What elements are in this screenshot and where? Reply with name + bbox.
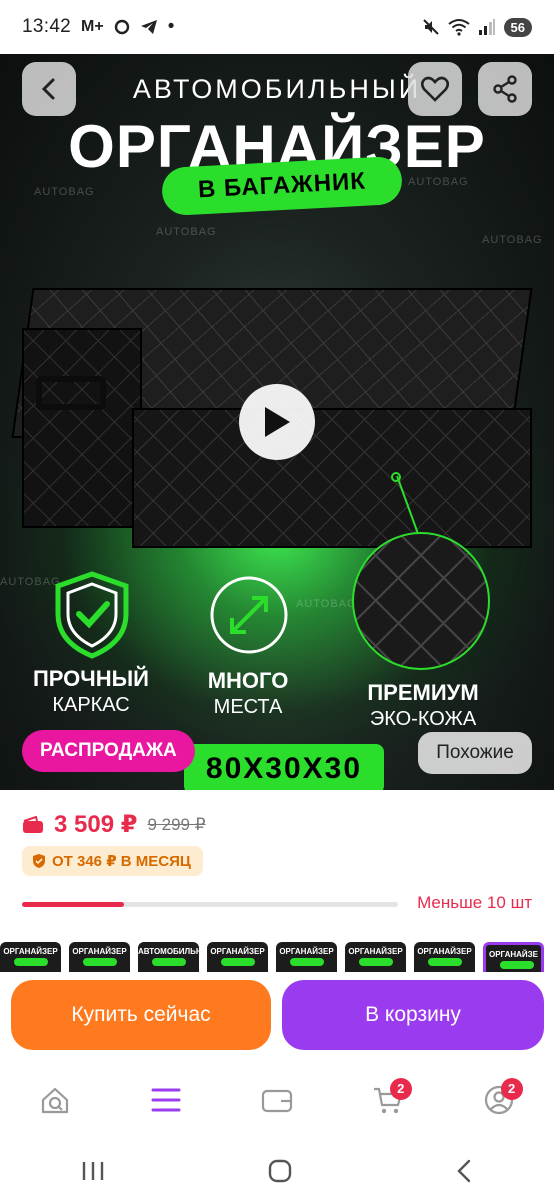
thumbnail-pill [290,958,324,966]
stock-label: Меньше 10 шт [417,893,532,912]
watermark: AUTOBAG [482,234,543,246]
dimensions-label: 80X30X30 [184,744,384,790]
play-video-button[interactable] [239,384,315,460]
stock-progress-bar [22,902,398,907]
feature-space: МНОГО МЕСТА [186,668,310,720]
thumbnail-label: ОРГАНАЙЗЕР [279,947,334,956]
thumbnail-item[interactable]: ОРГАНАЙЗЕР [276,942,337,972]
signal-icon [478,19,495,35]
mute-icon [422,19,439,35]
sync-icon [114,19,129,35]
thumbnail-pill [428,958,462,966]
battery-indicator: 56 [503,17,532,37]
back-icon[interactable] [454,1158,474,1184]
status-bar: 13:42 M+ • 56 [0,0,554,54]
wifi-icon [447,19,470,36]
thumbnail-pill [359,958,393,966]
installment-text: ОТ 346 ₽ В МЕСЯЦ [52,853,191,870]
share-icon [493,75,517,103]
play-icon [265,407,290,437]
status-icons-text: M+ [81,18,104,35]
thumbnail-label: ОРГАНАЙЗЕР [417,947,472,956]
shield-badge-icon [33,854,45,868]
favorite-button[interactable] [408,62,462,116]
nav-profile[interactable]: 2 [469,1070,529,1130]
feature-leather-title: ПРЕМИУМ [367,680,479,705]
organizer-front [132,408,532,548]
home-search-icon [42,1087,69,1114]
old-price: 9 299 ₽ [147,814,206,834]
watermark: AUTOBAG [34,186,95,198]
similar-button[interactable]: Похожие [418,732,532,774]
thumbnail-item[interactable]: ОРГАНАЙЗЕР [345,942,406,972]
thumbnail-pill [83,958,117,966]
thumbnail-item[interactable]: ОРГАНАЙЗЕР [414,942,475,972]
status-dot: • [167,16,175,37]
thumbnail-item[interactable]: АВТОМОБИЛЬНЫЙ [138,942,199,972]
stock-progress-fill [22,902,124,907]
nav-catalog[interactable] [136,1070,196,1130]
organizer-side [22,328,142,528]
thumbnail-label: ОРГАНАЙЗЕР [210,947,265,956]
thumbnail-label: ОРГАНАЙЗЕ [488,950,539,959]
product-media[interactable]: AUTOBAG AUTOBAG AUTOBAG AUTOBAG AUTOBAG … [0,54,554,790]
thumbnail-strip[interactable]: ОРГАНАЙЗЕР ОРГАНАЙЗЕР АВТОМОБИЛЬНЫЙ ОРГАНАЙ… [0,942,554,972]
installment-badge[interactable]: ОТ 346 ₽ В МЕСЯЦ [22,846,203,876]
nav-cart[interactable]: 2 [358,1070,418,1130]
current-price: 3 509 ₽ [54,811,138,838]
thumbnail-item[interactable]: ОРГАНАЙЗЕР [0,942,61,972]
status-right: 56 [422,17,532,37]
expand-arrows-icon [210,576,288,654]
thumbnail-item[interactable]: ОРГАНАЙЗЕР [207,942,268,972]
thumbnail-pill [14,958,48,966]
thumbnail-pill [221,958,255,966]
status-left: 13:42 M+ • [22,16,174,38]
share-button[interactable] [478,62,532,116]
thumbnail-label: ОРГАНАЙЗЕР [72,947,127,956]
wallet-icon [261,1089,293,1113]
buy-now-button[interactable]: Купить сейчас [11,980,271,1050]
feature-frame-subtitle: КАРКАС [52,694,130,716]
shield-check-icon [55,571,129,659]
sale-badge[interactable]: РАСПРОДАЖА [22,730,195,772]
thumbnail-item[interactable]: ОРГАНАЙЗЕР [69,942,130,972]
feature-leather-subtitle: ЭКО-КОЖА [369,708,477,730]
feature-space-title: МНОГО [207,668,289,693]
profile-badge: 2 [500,1078,523,1100]
wallet-price-icon [23,815,43,833]
status-time: 13:42 [22,16,72,37]
thumbnail-label: ОРГАНАЙЗЕР [3,947,58,956]
thumbnail-item[interactable]: ОРГАНАЙЗЕ [483,942,544,972]
thumbnail-pill [152,958,186,966]
chevron-left-icon [41,78,55,100]
feature-space-subtitle: МЕСТА [213,696,283,718]
back-button[interactable] [22,62,76,116]
feature-frame-title: ПРОЧНЫЙ [32,666,149,691]
leather-closeup [352,532,490,670]
thumbnail-label: АВТОМОБИЛЬНЫЙ [138,947,199,956]
heart-icon [421,76,449,102]
system-navigation [0,1142,554,1200]
home-icon[interactable] [267,1158,293,1184]
telegram-icon [140,20,157,34]
bottom-navigation: 2 2 [0,1062,554,1138]
feature-leather: ПРЕМИУМ ЭКО-КОЖА [338,680,508,732]
cart-badge: 2 [389,1078,412,1100]
organizer-handle [36,376,106,410]
nav-home[interactable] [25,1070,85,1130]
feature-frame: ПРОЧНЫЙ КАРКАС [16,666,166,718]
thumbnail-pill [500,961,534,969]
watermark: AUTOBAG [296,598,357,610]
hero-title-small: АВТОМОБИЛЬНЫЙ [132,74,422,104]
watermark: AUTOBAG [156,226,217,238]
price-row: 3 509 ₽ 9 299 ₽ [22,810,206,839]
catalog-menu-icon [151,1088,181,1112]
add-to-cart-button[interactable]: В корзину [282,980,544,1050]
nav-wallet[interactable] [247,1070,307,1130]
recent-apps-icon[interactable] [80,1160,106,1182]
thumbnail-label: ОРГАНАЙЗЕР [348,947,403,956]
